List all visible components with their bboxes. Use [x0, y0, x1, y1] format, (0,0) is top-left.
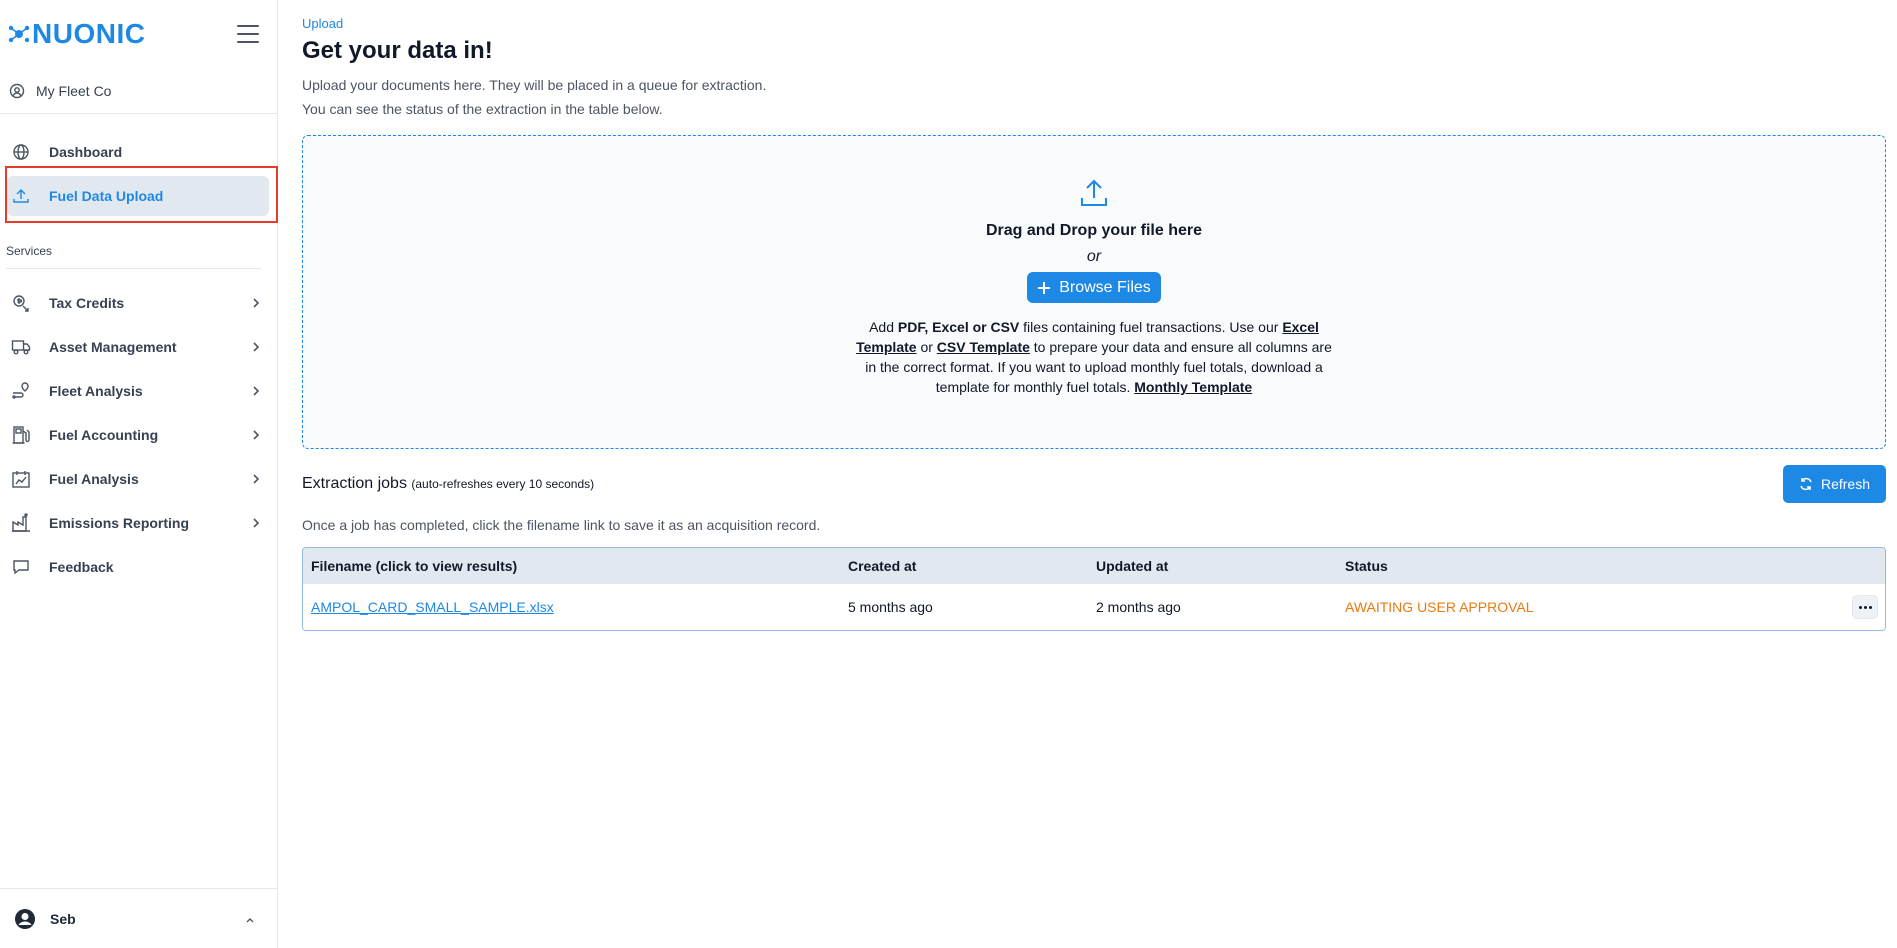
extraction-jobs-table: Filename (click to view results) Created…	[302, 547, 1886, 631]
column-header-status[interactable]: Status	[1345, 558, 1845, 574]
updated-cell: 2 months ago	[1096, 599, 1181, 615]
nav-item-fuel-accounting[interactable]: Fuel Accounting	[7, 415, 269, 455]
csv-template-link[interactable]: CSV Template	[937, 339, 1030, 355]
nav-item-feedback[interactable]: Feedback	[7, 547, 269, 587]
column-header-created[interactable]: Created at	[848, 558, 1096, 574]
nav-item-fuel-data-upload[interactable]: Fuel Data Upload	[7, 176, 269, 216]
nav-item-fleet-analysis[interactable]: Fleet Analysis	[7, 371, 269, 411]
file-dropzone[interactable]: Drag and Drop your file here or Browse F…	[302, 135, 1886, 449]
monthly-template-link[interactable]: Monthly Template	[1134, 379, 1252, 395]
help-text-2: files containing fuel transactions. Use …	[1019, 319, 1283, 335]
brand-name: NUONIC	[32, 18, 146, 49]
sidebar-header: NUONIC	[0, 0, 277, 68]
breadcrumb[interactable]: Upload	[302, 16, 1887, 31]
nav-item-label: Dashboard	[49, 144, 123, 160]
nav-item-label: Emissions Reporting	[49, 515, 190, 531]
org-name: My Fleet Co	[36, 82, 112, 99]
main-content: Upload Get your data in! Upload your doc…	[278, 0, 1897, 948]
sidebar: NUONIC My Fleet Co Dashboard Fuel Data U…	[0, 0, 278, 948]
user-avatar-icon	[15, 908, 35, 929]
nav-item-label: Fuel Data Upload	[49, 188, 164, 204]
user-name: Seb	[50, 910, 76, 927]
actions-cell	[1845, 595, 1885, 619]
chevron-right-icon	[251, 429, 261, 441]
column-header-updated[interactable]: Updated at	[1096, 558, 1345, 574]
nav-item-label: Tax Credits	[49, 295, 125, 311]
app-root: NUONIC My Fleet Co Dashboard Fuel Data U…	[0, 0, 1897, 948]
nav-item-label: Fuel Analysis	[49, 471, 139, 487]
jobs-title-text: Extraction jobs	[302, 475, 407, 492]
nav-item-emissions-reporting[interactable]: Emissions Reporting	[7, 503, 269, 543]
page-description-line-2: You can see the status of the extraction…	[302, 101, 663, 117]
chevron-up-icon	[245, 911, 255, 927]
extraction-jobs-header: Extraction jobs (auto-refreshes every 10…	[302, 465, 1886, 503]
org-selector[interactable]: My Fleet Co	[0, 68, 277, 114]
page-title: Get your data in!	[302, 37, 493, 64]
services-nav: Tax Credits Asset Management Fleet Analy…	[0, 283, 277, 587]
table-header: Filename (click to view results) Created…	[303, 548, 1885, 584]
column-header-filename[interactable]: Filename (click to view results)	[303, 558, 848, 574]
page-description-line-1: Upload your documents here. They will be…	[302, 77, 767, 93]
nav-item-dashboard[interactable]: Dashboard	[7, 132, 269, 172]
created-cell: 5 months ago	[848, 599, 933, 615]
browse-files-button[interactable]: Browse Files	[1027, 272, 1161, 303]
nav-item-label: Fuel Accounting	[49, 427, 159, 443]
upload-icon	[1081, 179, 1107, 206]
jobs-note: Once a job has completed, click the file…	[302, 517, 821, 533]
more-actions-button[interactable]	[1852, 595, 1878, 619]
calendar-chart-icon	[9, 469, 33, 489]
chevron-right-icon	[251, 297, 261, 309]
nuonic-logo-icon	[8, 25, 30, 43]
nav-item-tax-credits[interactable]: Tax Credits	[7, 283, 269, 323]
nav-item-label: Asset Management	[49, 339, 177, 355]
globe-icon	[9, 143, 33, 161]
refresh-icon	[1800, 477, 1812, 491]
nav-item-asset-management[interactable]: Asset Management	[7, 327, 269, 367]
chevron-right-icon	[251, 385, 261, 397]
help-file-types: PDF, Excel or CSV	[897, 319, 1020, 335]
fleet-org-icon	[9, 83, 25, 98]
dropzone-help-text: Add PDF, Excel or CSV files containing f…	[854, 317, 1334, 397]
plus-icon	[1038, 281, 1051, 294]
chevron-right-icon	[251, 517, 261, 529]
truck-icon	[9, 338, 33, 356]
table-row: AMPOL_CARD_SMALL_SAMPLE.xlsx 5 months ag…	[303, 584, 1885, 630]
status-badge: AWAITING USER APPROVAL	[1345, 599, 1534, 615]
extraction-jobs-title: Extraction jobs (auto-refreshes every 10…	[302, 475, 594, 493]
upload-icon	[9, 187, 33, 205]
dropzone-or: or	[1086, 248, 1102, 265]
help-text-1: Add	[869, 319, 898, 335]
help-text-3: or	[916, 339, 937, 355]
browse-files-label: Browse Files	[1059, 278, 1151, 296]
refresh-button[interactable]: Refresh	[1782, 465, 1886, 503]
route-icon	[9, 381, 33, 401]
chevron-right-icon	[251, 473, 261, 485]
filename-cell: AMPOL_CARD_SMALL_SAMPLE.xlsx	[303, 599, 848, 615]
nav-item-label: Feedback	[49, 559, 114, 575]
refresh-label: Refresh	[1820, 476, 1870, 492]
factory-icon	[9, 513, 33, 533]
fuel-pump-icon	[9, 425, 33, 445]
nav-item-label: Fleet Analysis	[49, 383, 143, 399]
user-menu[interactable]: Seb	[0, 888, 277, 948]
nav-item-fuel-analysis[interactable]: Fuel Analysis	[7, 459, 269, 499]
filename-link[interactable]: AMPOL_CARD_SMALL_SAMPLE.xlsx	[311, 599, 554, 615]
services-section-label: Services	[6, 244, 53, 258]
hamburger-menu-icon[interactable]	[237, 25, 259, 43]
dropzone-title: Drag and Drop your file here	[985, 222, 1203, 239]
primary-nav: Dashboard Fuel Data Upload	[0, 114, 277, 216]
chevron-right-icon	[251, 341, 261, 353]
tax-credits-icon	[9, 293, 33, 313]
brand-logo[interactable]: NUONIC	[8, 18, 145, 50]
chat-icon	[9, 558, 33, 576]
section-divider	[6, 268, 261, 269]
jobs-subtitle: (auto-refreshes every 10 seconds)	[411, 477, 595, 491]
